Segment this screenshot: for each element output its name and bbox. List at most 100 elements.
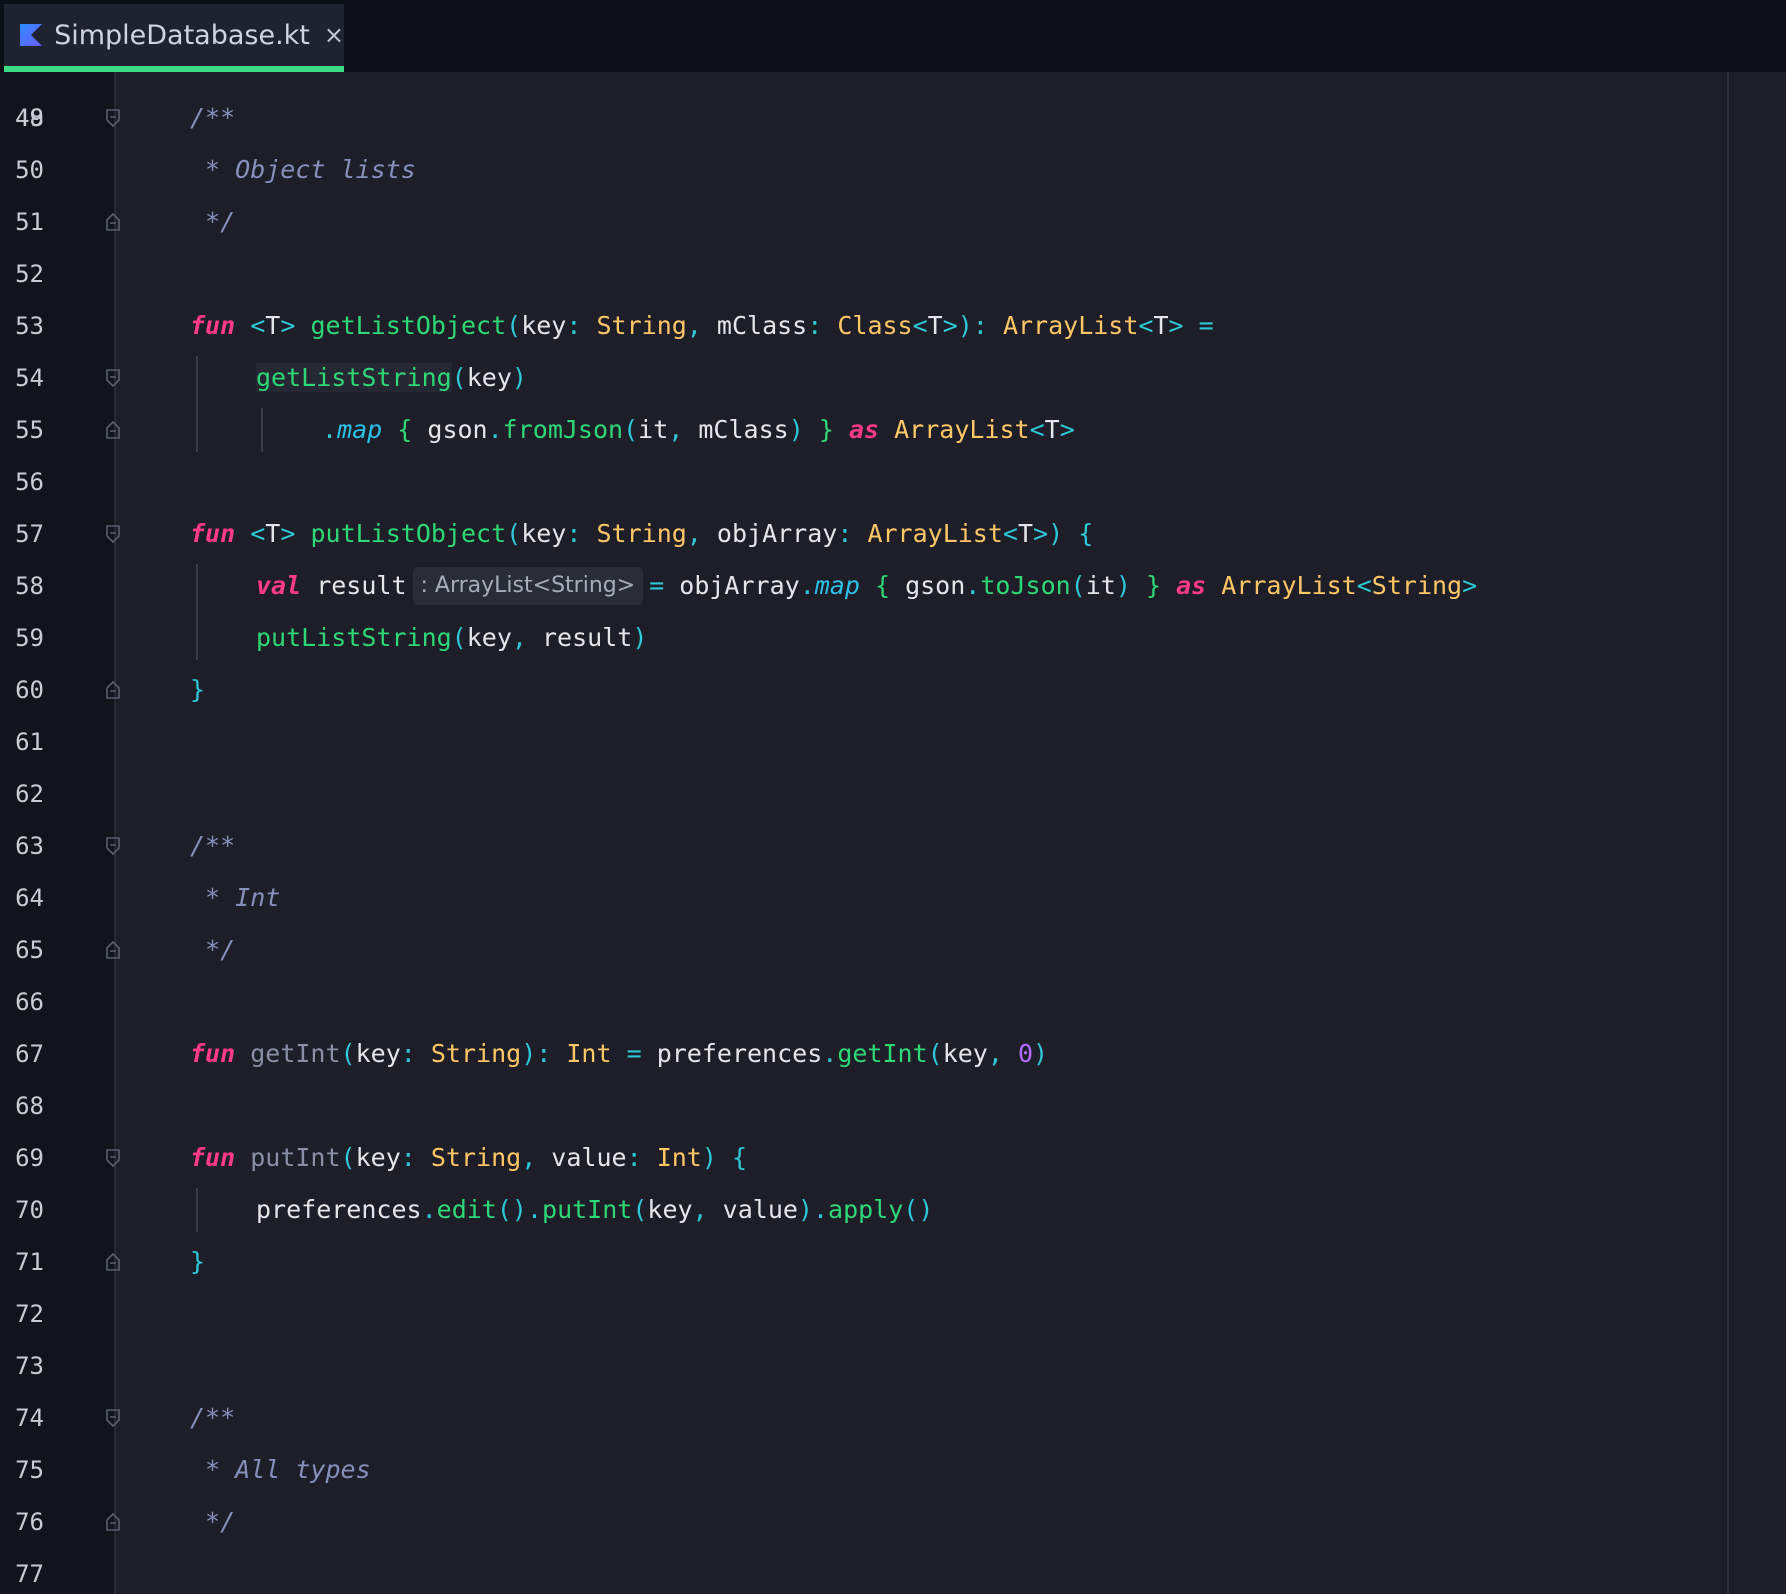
code-token: : [626, 1143, 642, 1172]
fold-collapse-icon[interactable] [106, 1409, 120, 1427]
code-token: : [400, 1039, 416, 1068]
code-line: 61 [0, 716, 1786, 768]
line-number: 62 [15, 780, 44, 808]
code-token: } [1145, 571, 1162, 600]
code-token: : [566, 311, 582, 340]
code-token: */ [190, 935, 236, 964]
line-number: 61 [15, 728, 44, 756]
code-token: > [1059, 415, 1075, 444]
code-token: fun [190, 311, 236, 340]
code-token: preferences [641, 1039, 823, 1068]
code-token: < [250, 519, 266, 548]
code-token: fun [190, 1039, 236, 1068]
indent-guide [196, 564, 198, 660]
code-line: 50 * Object lists [0, 144, 1786, 196]
code-token: key [647, 1195, 693, 1224]
fold-end-icon[interactable] [106, 421, 120, 439]
code-token: < [912, 311, 928, 340]
indent-guide [196, 1188, 198, 1232]
line-number: 64 [15, 884, 44, 912]
code-text: preferences.edit().putInt(key, value).ap… [256, 1184, 933, 1236]
code-token: ) [632, 623, 648, 652]
line-number: 73 [15, 1352, 44, 1380]
code-token: toJson [980, 571, 1071, 600]
code-token: . [965, 571, 981, 600]
code-token: > [280, 311, 296, 340]
code-token: < [1002, 519, 1018, 548]
code-token: ( [451, 623, 467, 652]
code-token: ). [797, 1195, 829, 1224]
code-token: T [927, 311, 943, 340]
code-token: * Int [190, 883, 281, 912]
line-number: 56 [15, 468, 44, 496]
line-number: 63 [15, 832, 44, 860]
code-token: result [301, 571, 407, 600]
code-line: 70 preferences.edit().putInt(key, value).… [0, 1184, 1786, 1236]
code-token: putInt [542, 1195, 633, 1224]
code-token: getInt [250, 1039, 341, 1068]
fold-end-icon[interactable] [106, 681, 120, 699]
code-token: . [799, 571, 815, 600]
code-text: */ [190, 1496, 235, 1548]
fold-end-icon[interactable] [106, 213, 120, 231]
code-token: key [355, 1039, 401, 1068]
line-number: 57 [15, 520, 44, 548]
code-token: ( [340, 1039, 356, 1068]
code-token: edit [436, 1195, 497, 1224]
fold-collapse-icon[interactable] [106, 1149, 120, 1167]
code-token: putListString [256, 623, 452, 652]
code-token: getListObject [310, 311, 507, 340]
code-line: 69 fun putInt(key: String, value: Int) { [0, 1132, 1786, 1184]
code-line: 66 [0, 976, 1786, 1028]
code-text: /** [190, 92, 235, 144]
fold-end-icon[interactable] [106, 1513, 120, 1531]
fold-end-icon[interactable] [106, 941, 120, 959]
code-line: 64 * Int [0, 872, 1786, 924]
code-token: ( [1070, 571, 1086, 600]
code-token: String [596, 311, 687, 340]
code-token: Class [837, 311, 913, 340]
code-text: val result: ArrayList<String> = objArray.… [256, 560, 1477, 612]
code-token: ( [623, 415, 639, 444]
code-token: mClass [683, 415, 789, 444]
code-token: ArrayList [1221, 571, 1357, 600]
code-line: 77 [0, 1548, 1786, 1594]
code-token: apply [828, 1195, 904, 1224]
code-token: : [566, 519, 582, 548]
line-number: 59 [15, 624, 44, 652]
code-token: objArray [701, 519, 838, 548]
code-token: String [596, 519, 687, 548]
code-token: * All types [190, 1455, 371, 1484]
code-token: value [536, 1143, 627, 1172]
code-token: { [397, 415, 413, 444]
fold-end-icon[interactable] [106, 1253, 120, 1271]
code-token: String [430, 1143, 522, 1172]
code-text: * Int [190, 872, 280, 924]
code-token: it [1085, 571, 1116, 600]
code-token: key [355, 1143, 401, 1172]
code-token: key [466, 363, 512, 392]
code-token: gson [412, 415, 488, 444]
code-token: fun [190, 519, 236, 548]
fold-collapse-icon[interactable] [106, 525, 120, 543]
fold-collapse-icon[interactable] [106, 837, 120, 855]
code-line: 52 [0, 248, 1786, 300]
code-text: /** [190, 1392, 235, 1444]
fold-collapse-icon[interactable] [106, 109, 120, 127]
code-line: 68 [0, 1080, 1786, 1132]
line-number: 52 [15, 260, 44, 288]
code-token: as [1176, 571, 1207, 600]
code-line: 51 */ [0, 196, 1786, 248]
fold-collapse-icon[interactable] [106, 369, 120, 387]
code-token: , [987, 1039, 1003, 1068]
code-editor[interactable]: 48 49/** 50 * Object lists 51 */52 53 fun <T… [0, 72, 1786, 1594]
line-number: 65 [15, 936, 44, 964]
